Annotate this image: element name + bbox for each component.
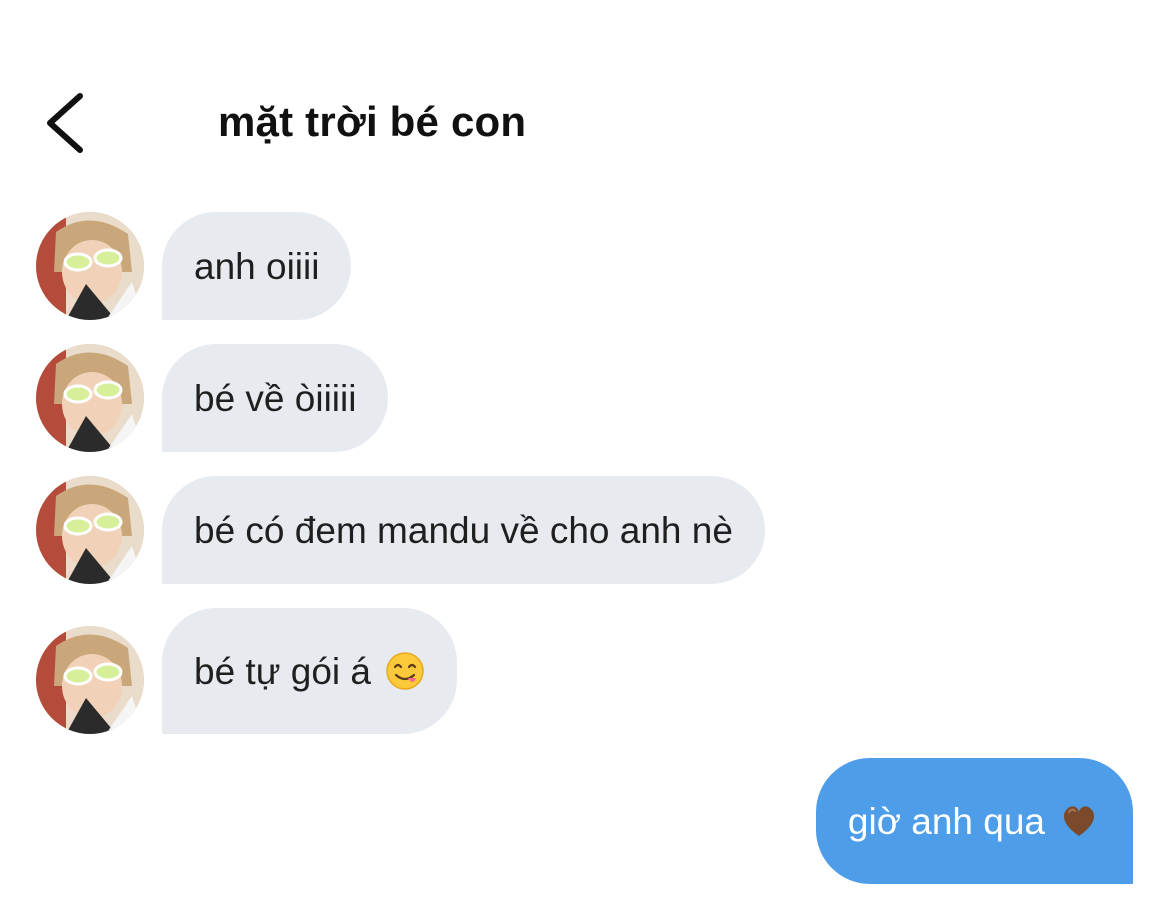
message-text: giờ anh qua: [847, 800, 1045, 842]
message-text: bé về òiiiii: [194, 377, 357, 419]
brown-heart-emoji: [1059, 801, 1099, 841]
contact-avatar[interactable]: [36, 344, 144, 452]
contact-avatar[interactable]: [36, 476, 144, 584]
chat-title[interactable]: mặt trời bé con: [218, 98, 526, 146]
message-text: anh oiiii: [194, 245, 320, 287]
incoming-message-bubble[interactable]: anh oiiii: [162, 212, 352, 320]
incoming-message-bubble[interactable]: bé có đem mandu về cho anh nè: [162, 476, 765, 584]
message-text: bé tự gói á: [194, 650, 371, 692]
outgoing-message-bubble[interactable]: giờ anh qua: [815, 758, 1133, 884]
chat-header: mặt trời bé con: [0, 0, 1169, 190]
incoming-message-bubble[interactable]: bé về òiiiii: [162, 344, 389, 452]
incoming-message-bubble[interactable]: bé tự gói á: [162, 608, 457, 734]
contact-avatar[interactable]: [36, 626, 144, 734]
chevron-left-icon: [47, 93, 83, 153]
contact-avatar[interactable]: [36, 212, 144, 320]
back-button[interactable]: [38, 88, 98, 158]
face-savoring-food-emoji: [385, 651, 425, 691]
message-text: bé có đem mandu về cho anh nè: [194, 509, 733, 551]
